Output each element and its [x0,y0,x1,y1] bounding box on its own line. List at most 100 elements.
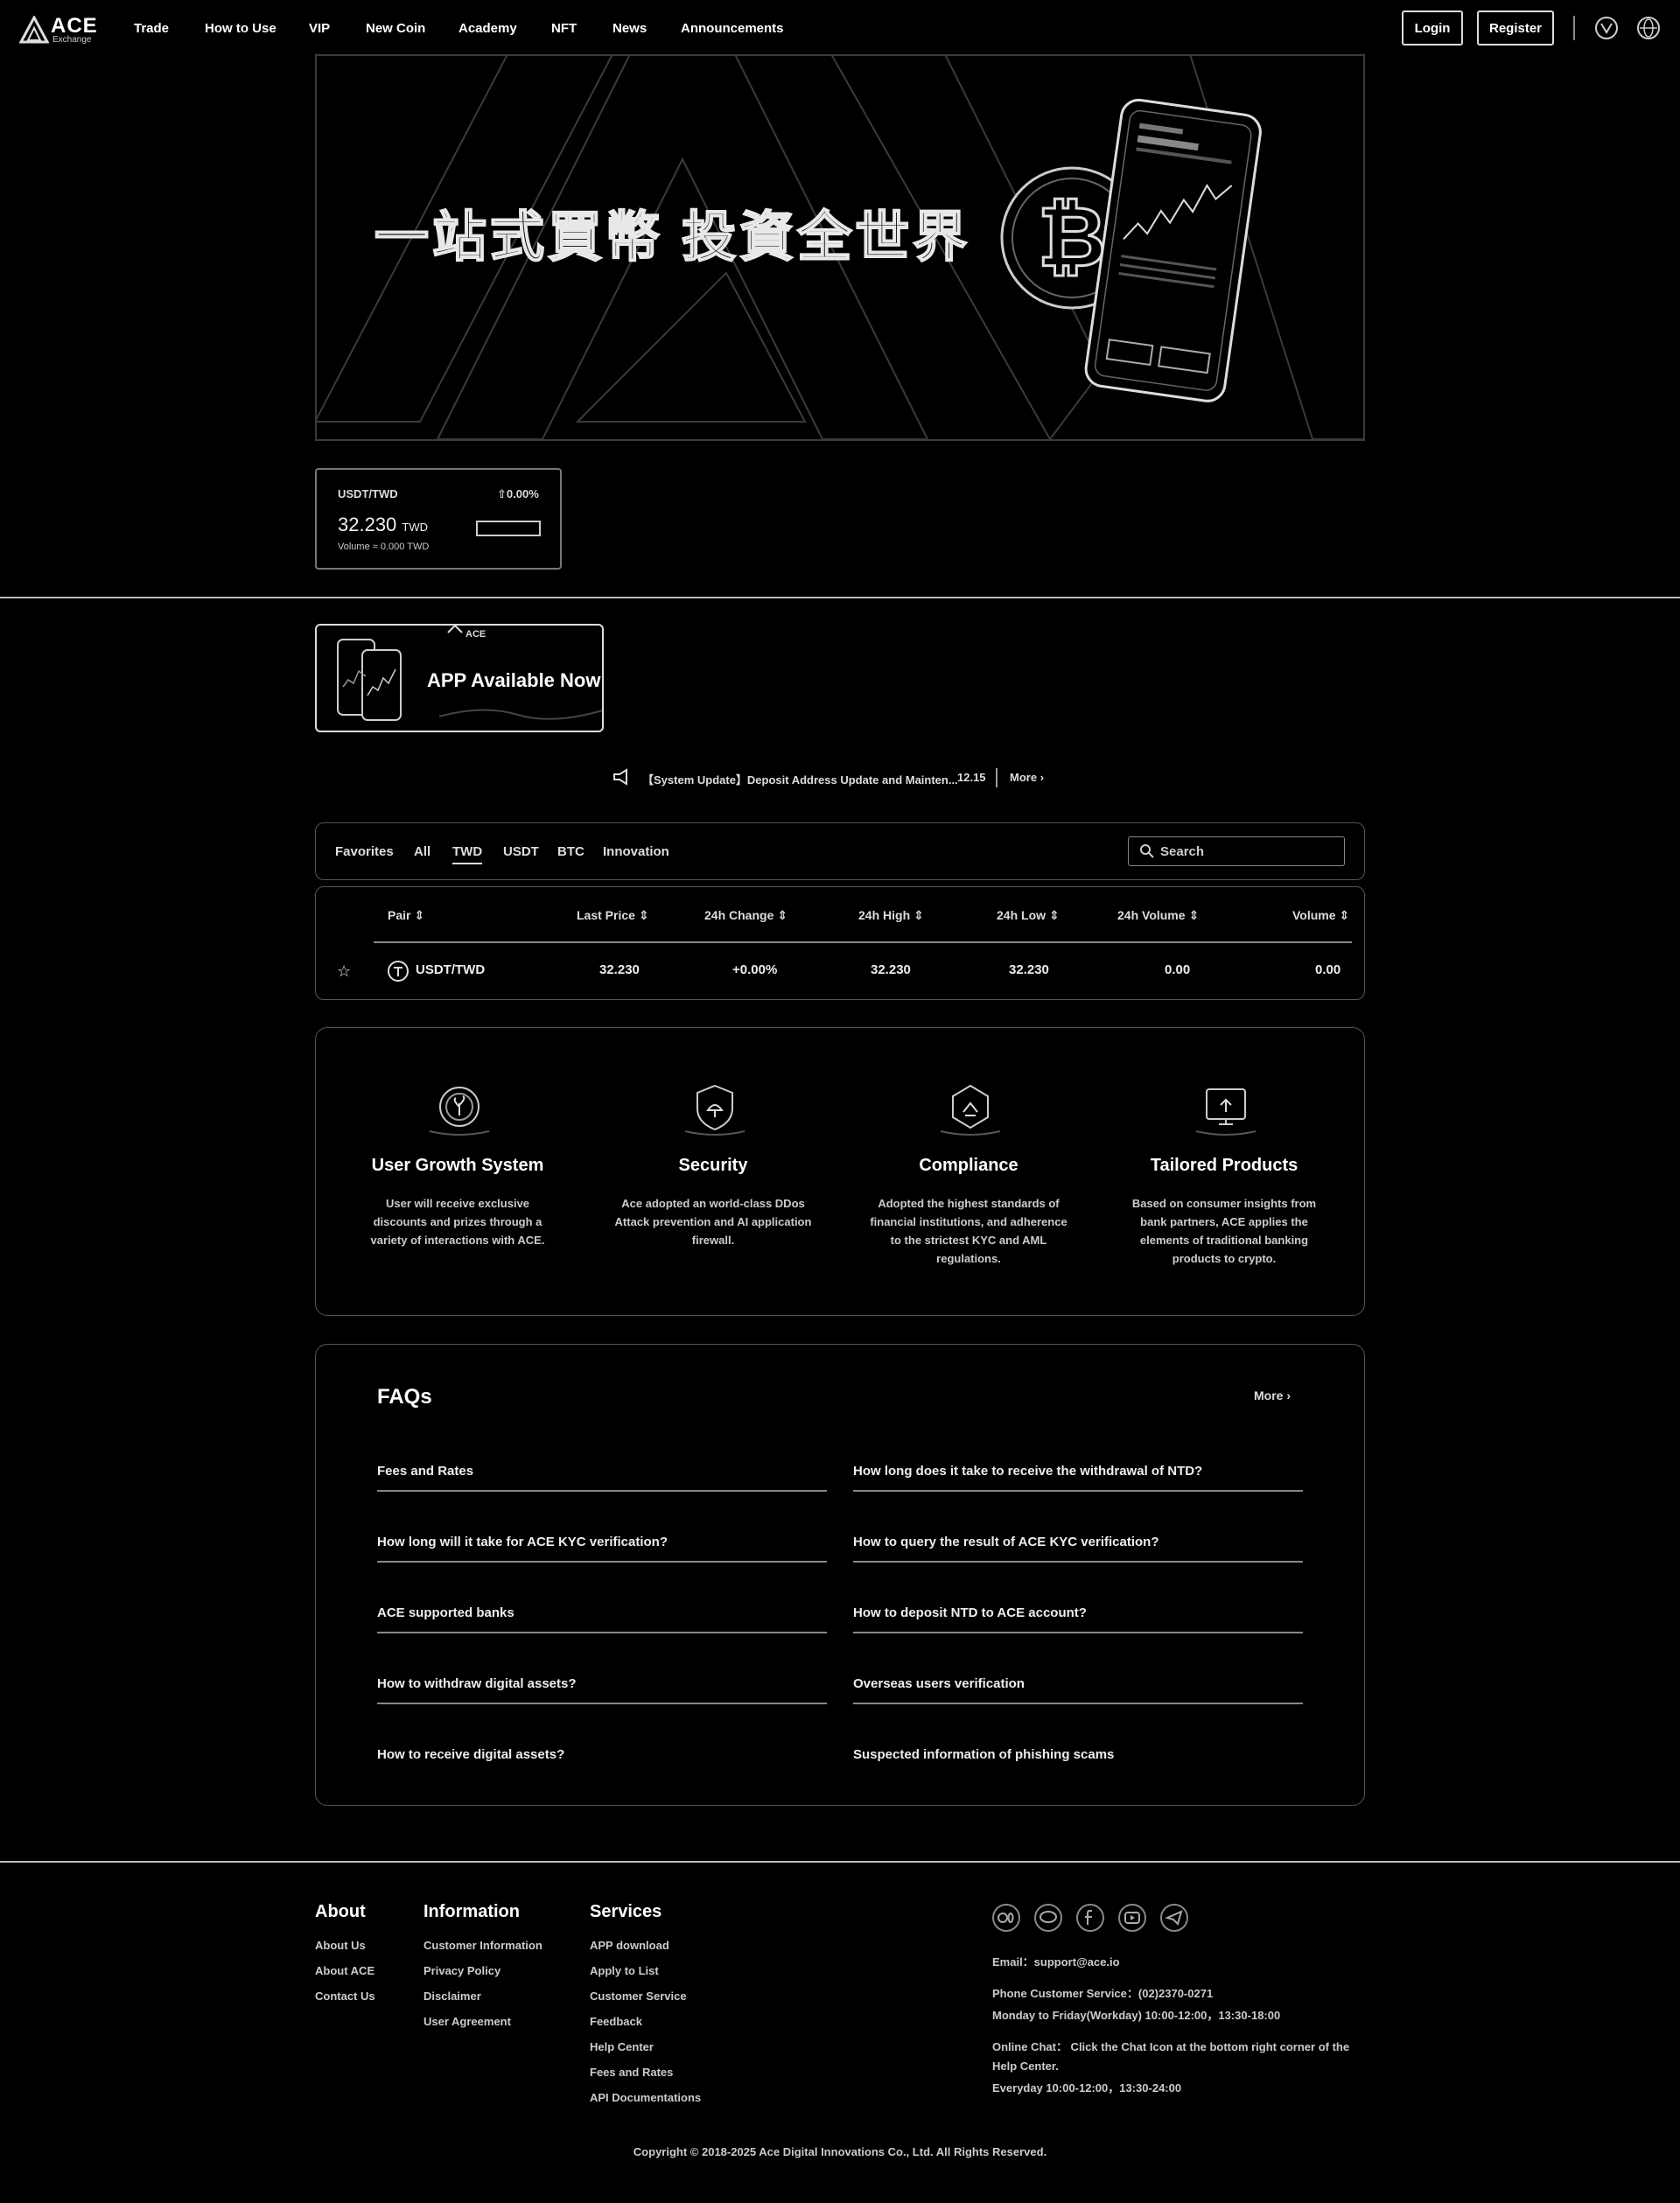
market-search[interactable] [1128,836,1345,866]
faq-question[interactable]: Overseas users verification [853,1676,1025,1691]
column-header-last-price[interactable]: Last Price ⇕ [577,908,649,923]
footer-link-app-download[interactable]: APP download [590,1939,669,1952]
faq-item[interactable]: How long will it take for ACE KYC verifi… [377,1510,827,1563]
announcement-more-link[interactable]: More › [1010,771,1044,784]
column-header-volume[interactable]: Volume ⇕ [1292,908,1349,923]
sort-icon: ⇕ [638,908,649,922]
footer-copyright: Copyright © 2018-2025 Ace Digital Innova… [633,2145,1047,2158]
youtube-icon[interactable] [1118,1904,1146,1932]
footer-link-contact-us[interactable]: Contact Us [315,1990,375,2003]
announcement-bar[interactable]: 【System Update】Deposit Address Update an… [612,768,1068,787]
nav-how-to-use[interactable]: How to Use [205,21,276,36]
faq-item[interactable]: How to receive digital assets? [377,1723,827,1775]
footer-link-about-ace[interactable]: About ACE [315,1964,374,1977]
faq-question[interactable]: How long will it take for ACE KYC verifi… [377,1535,668,1549]
tab-favorites[interactable]: Favorites [335,844,394,859]
column-header-24h-low[interactable]: 24h Low ⇕ [997,908,1060,923]
faq-question[interactable]: How to withdraw digital assets? [377,1676,577,1691]
nav-nft[interactable]: NFT [551,21,577,36]
sort-icon: ⇕ [1048,908,1060,922]
favorite-star-icon[interactable]: ☆ [337,962,351,981]
row-volume: 0.00 [1315,962,1341,977]
column-header-pair-label: Pair [388,908,411,922]
column-header-24h-change[interactable]: 24h Change ⇕ [704,908,788,923]
compliance-hexagon-icon [940,1084,1001,1136]
announcement-text[interactable]: 【System Update】Deposit Address Update an… [642,771,958,787]
banner-title: 一站式買幣 投資全世界 [374,206,971,269]
nav-news[interactable]: News [612,21,647,36]
theme-toggle-icon[interactable] [1595,17,1618,39]
search-input[interactable] [1160,844,1335,859]
sort-icon: ⇕ [914,908,924,922]
faq-item[interactable]: How to query the result of ACE KYC verif… [853,1510,1303,1563]
tab-innovation[interactable]: Innovation [603,844,669,859]
login-button[interactable]: Login [1402,10,1463,45]
nav-new-coin[interactable]: New Coin [366,21,425,36]
facebook-icon[interactable] [1076,1904,1104,1932]
tab-btc[interactable]: BTC [557,844,584,859]
nav-vip[interactable]: VIP [309,21,330,36]
faq-question[interactable]: How to deposit NTD to ACE account? [853,1605,1087,1620]
ticker-pair: USDT/TWD [338,487,398,500]
feature-title: User Growth System [371,1156,544,1175]
feature-title: Tailored Products [1150,1156,1298,1175]
telegram-icon[interactable] [1160,1904,1188,1932]
faq-item[interactable]: Suspected information of phishing scams [853,1723,1303,1775]
faq-question[interactable]: How to receive digital assets? [377,1747,564,1762]
faq-question[interactable]: Suspected information of phishing scams [853,1747,1114,1762]
ace-logo[interactable]: ACE Exchange [19,12,103,47]
hero-banner[interactable]: 一站式買幣 投資全世界 ₿ [315,54,1365,441]
footer-link-disclaimer[interactable]: Disclaimer [424,1990,481,2003]
search-icon [1140,844,1154,858]
table-row[interactable]: ☆ USDT/TWD 32.230 +0.00% 32.230 32.230 0… [316,948,1366,997]
column-header-24h-low-label: 24h Low [997,908,1046,922]
tab-usdt[interactable]: USDT [503,844,539,859]
nav-trade[interactable]: Trade [134,21,169,36]
tab-all[interactable]: All [414,844,430,859]
footer-link-privacy-policy[interactable]: Privacy Policy [424,1964,500,1977]
ticker-card[interactable]: USDT/TWD ⇧0.00% 32.230 TWD Volume ≈ 0.00… [315,468,562,570]
ticker-change: ⇧0.00% [497,487,539,501]
faq-item[interactable]: How to deposit NTD to ACE account? [853,1581,1303,1633]
language-globe-icon[interactable] [1637,17,1660,39]
faq-question[interactable]: How to query the result of ACE KYC verif… [853,1535,1158,1549]
footer-link-apply-to-list[interactable]: Apply to List [590,1964,659,1977]
footer-link-fees-and-rates[interactable]: Fees and Rates [590,2066,673,2079]
features-section: User Growth System User will receive exc… [315,1027,1365,1316]
footer-link-user-agreement[interactable]: User Agreement [424,2015,511,2028]
tab-twd[interactable]: TWD [452,844,483,864]
footer-link-about-us[interactable]: About Us [315,1939,366,1952]
line-icon[interactable] [1034,1904,1062,1932]
footer-about-heading: About [315,1902,366,1921]
faq-question[interactable]: ACE supported banks [377,1605,514,1620]
medium-icon[interactable] [992,1904,1020,1932]
nav-announcements[interactable]: Announcements [681,21,784,36]
faq-item[interactable]: Fees and Rates [377,1439,827,1492]
footer-link-customer-information[interactable]: Customer Information [424,1939,542,1952]
footer-email[interactable]: Email：support@ace.io [992,1953,1351,1972]
faq-item[interactable]: How to withdraw digital assets? [377,1652,827,1704]
nav-academy[interactable]: Academy [458,21,517,36]
faq-item[interactable]: How long does it take to receive the wit… [853,1439,1303,1492]
footer-link-feedback[interactable]: Feedback [590,2015,642,2028]
faq-item[interactable]: Overseas users verification [853,1652,1303,1704]
footer-link-api-documentations[interactable]: API Documentations [590,2091,701,2104]
footer-link-help-center[interactable]: Help Center [590,2040,654,2053]
register-button[interactable]: Register [1477,10,1554,45]
sort-icon: ⇕ [1188,908,1200,922]
faq-question[interactable]: Fees and Rates [377,1464,473,1479]
column-header-24h-volume[interactable]: 24h Volume ⇕ [1117,908,1199,923]
column-header-24h-high[interactable]: 24h High ⇕ [858,908,924,923]
megaphone-icon [613,768,627,786]
row-pair[interactable]: USDT/TWD [416,962,485,977]
faq-more-link[interactable]: More › [1254,1388,1291,1402]
app-download-banner[interactable]: ACE APP Available Now [315,624,604,732]
footer-information-heading: Information [424,1902,520,1921]
faq-question[interactable]: How long does it take to receive the wit… [853,1464,1202,1479]
faq-section: FAQs More › Fees and Rates How long will… [315,1344,1365,1806]
column-header-pair[interactable]: Pair ⇕ [388,908,424,923]
ticker-price-unit: TWD [402,521,429,534]
faq-item[interactable]: ACE supported banks [377,1581,827,1633]
footer-link-customer-service[interactable]: Customer Service [590,1990,687,2003]
logo-subtext: Exchange [52,35,92,45]
